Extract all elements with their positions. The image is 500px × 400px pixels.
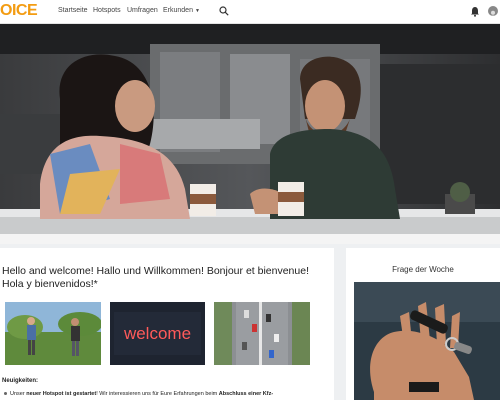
hero-image [0, 24, 500, 244]
top-navbar: OICE Startseite Hotspots Umfragen Erkund… [0, 0, 500, 24]
site-logo[interactable]: OICE [0, 2, 38, 20]
news-bullet [4, 392, 7, 395]
news-kfz-link[interactable]: Abschluss einer Kfz- [219, 391, 273, 397]
welcome-neon-text: welcome [123, 324, 191, 343]
news-label: Neuigkeiten: [2, 378, 39, 384]
nav-item-umfragen[interactable]: Umfragen [127, 7, 158, 14]
news-hotspot-link[interactable]: neuer Hotspot ist gestartet [26, 391, 96, 397]
thumbnail-children-playing[interactable] [5, 302, 101, 365]
user-avatar-icon[interactable] [488, 6, 498, 16]
welcome-heading: Hello and welcome! Hallo und Willkommen!… [2, 265, 309, 290]
thumbnail-city-traffic-aerial[interactable] [214, 302, 310, 365]
nav-item-startseite[interactable]: Startseite [58, 7, 88, 14]
news-item: Unser neuer Hotspot ist gestartet! Wir i… [10, 391, 274, 397]
chevron-down-icon: ▼ [194, 8, 200, 14]
nav-item-erkunden[interactable]: Erkunden ▼ [163, 7, 200, 14]
question-of-week-title: Frage der Woche [392, 265, 454, 274]
nav-item-hotspots[interactable]: Hotspots [93, 7, 121, 14]
search-icon[interactable] [219, 6, 229, 16]
thumbnail-welcome-neon-sign[interactable]: welcome [110, 302, 205, 365]
question-of-week-image[interactable] [354, 282, 500, 400]
nav-item-erkunden-label: Erkunden [163, 7, 193, 14]
bell-icon[interactable] [470, 6, 480, 17]
